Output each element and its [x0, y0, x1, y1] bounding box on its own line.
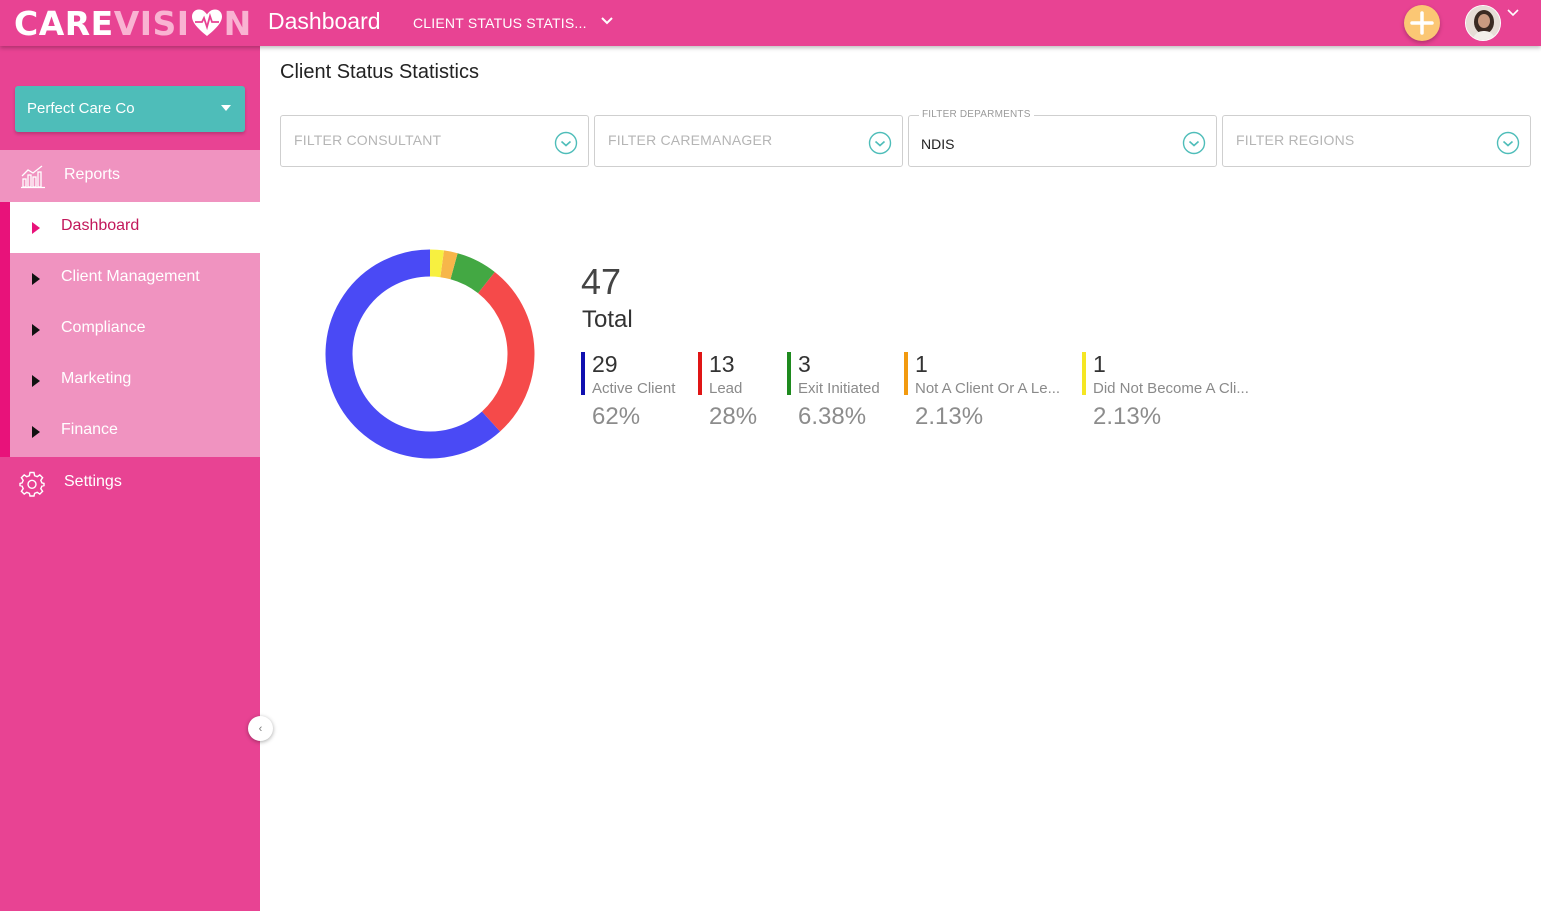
donut-segment-not-a-client-or-a-le[interactable] — [440, 250, 458, 280]
logo-text-vision: VISI — [113, 3, 190, 43]
legend-percent: 2.13% — [1093, 403, 1162, 430]
donut-segment-did-not-become-a-cli[interactable] — [429, 249, 444, 278]
reports-menu: Reports Dashboard Client Management Comp… — [0, 150, 260, 457]
legend-percent: 6.38% — [798, 403, 867, 430]
logo-text-care: CARE — [14, 3, 114, 43]
carevision-logo[interactable]: CARE VISI N — [14, 3, 252, 43]
caret-down-icon — [221, 105, 231, 111]
collapse-sidebar-button[interactable]: ‹ — [248, 716, 273, 741]
organization-select-value: Perfect Care Co — [27, 100, 135, 117]
sidebar-item-compliance[interactable]: Compliance — [10, 304, 260, 355]
legend-label: Active Client — [592, 380, 676, 397]
page-title: Client Status Statistics — [280, 61, 479, 83]
total-label: Total — [582, 306, 633, 333]
heart-icon — [191, 9, 222, 36]
filter-consultant-select[interactable]: FILTER CONSULTANT — [280, 115, 589, 167]
sidebar: Perfect Care Co Reports Dashboard Client… — [0, 46, 260, 911]
chevron-down-icon[interactable] — [1505, 5, 1521, 21]
user-avatar[interactable] — [1465, 5, 1501, 41]
sidebar-item-label: Marketing — [61, 370, 132, 387]
filter-placeholder: FILTER CONSULTANT — [294, 132, 442, 148]
legend-percent: 62% — [592, 403, 641, 430]
legend-color-bar — [904, 352, 908, 395]
legend-label: Did Not Become A Cli... — [1093, 380, 1249, 397]
filter-placeholder: FILTER REGIONS — [1236, 132, 1355, 148]
legend-color-bar — [787, 352, 791, 395]
legend-color-bar — [1082, 352, 1086, 395]
legend-item-exit-initiated: 3 Exit Initiated 6.38% — [787, 351, 897, 432]
logo-text-n: N — [223, 3, 252, 43]
legend-item-active-client: 29 Active Client 62% — [581, 351, 691, 432]
user-photo-icon — [1466, 6, 1500, 40]
sidebar-item-settings[interactable]: Settings — [0, 457, 260, 509]
top-bar: CARE VISI N Dashboard CLIENT STATUS STAT… — [0, 0, 1541, 46]
organization-select[interactable]: Perfect Care Co — [15, 86, 245, 132]
caret-right-icon — [32, 273, 40, 285]
active-section-indicator — [0, 202, 10, 457]
chevron-left-icon: ‹ — [258, 722, 263, 735]
caret-right-icon — [32, 324, 40, 336]
caret-right-icon — [32, 375, 40, 387]
donut-segment-exit-initiated[interactable] — [449, 253, 495, 294]
filter-value: NDIS — [921, 136, 955, 152]
chevron-down-circle-icon — [1496, 131, 1520, 155]
legend-value: 29 — [592, 351, 618, 377]
sidebar-item-marketing[interactable]: Marketing — [10, 355, 260, 406]
sidebar-item-client-management[interactable]: Client Management — [10, 253, 260, 304]
report-selector[interactable]: CLIENT STATUS STATIS... — [413, 15, 587, 31]
plus-icon — [1410, 11, 1434, 35]
total-count: 47 — [581, 261, 622, 302]
sidebar-item-label: Finance — [61, 421, 118, 438]
sidebar-item-label: Client Management — [61, 268, 200, 285]
filter-departments-select[interactable]: FILTER DEPARMENTS NDIS — [908, 109, 1217, 167]
sidebar-item-reports[interactable]: Reports — [0, 150, 260, 202]
legend-color-bar — [698, 352, 702, 395]
legend-percent: 2.13% — [915, 403, 984, 430]
chevron-down-circle-icon — [1182, 131, 1206, 155]
donut-segment-lead[interactable] — [477, 271, 535, 432]
caret-right-icon — [32, 222, 40, 234]
sidebar-item-label: Reports — [64, 166, 121, 183]
chevron-down-circle-icon — [868, 131, 892, 155]
chevron-down-circle-icon — [554, 131, 578, 155]
bar-chart-icon — [21, 165, 45, 189]
caret-right-icon — [32, 426, 40, 438]
legend-percent: 28% — [709, 403, 758, 430]
legend-value: 3 — [798, 351, 811, 377]
app-title: Dashboard — [268, 8, 381, 34]
chevron-down-icon[interactable] — [598, 12, 616, 30]
sidebar-item-label: Dashboard — [61, 217, 140, 234]
legend-color-bar — [581, 352, 585, 395]
donut-segment-active-client[interactable] — [325, 249, 501, 459]
gear-icon — [19, 471, 45, 497]
sidebar-item-label: Settings — [64, 473, 122, 490]
add-button[interactable] — [1404, 5, 1440, 41]
legend-item-did-not-become-client: 1 Did Not Become A Cli... 2.13% — [1082, 351, 1262, 432]
filter-regions-select[interactable]: FILTER REGIONS — [1222, 115, 1531, 167]
legend-value: 1 — [1093, 351, 1106, 377]
sidebar-item-dashboard[interactable]: Dashboard — [10, 202, 260, 253]
filter-placeholder: FILTER CAREMANAGER — [608, 132, 773, 148]
legend-label: Lead — [709, 380, 743, 397]
sidebar-item-label: Compliance — [61, 319, 146, 336]
legend-item-not-a-client: 1 Not A Client Or A Le... 2.13% — [904, 351, 1074, 432]
filter-caremanager-select[interactable]: FILTER CAREMANAGER — [594, 115, 903, 167]
legend-value: 1 — [915, 351, 928, 377]
sidebar-item-finance[interactable]: Finance — [10, 406, 260, 457]
legend-item-lead: 13 Lead 28% — [698, 351, 778, 432]
legend-label: Exit Initiated — [798, 380, 880, 397]
filter-floating-label: FILTER DEPARMENTS — [919, 109, 1034, 120]
legend-label: Not A Client Or A Le... — [915, 380, 1061, 397]
client-status-donut-chart — [325, 249, 535, 459]
legend-value: 13 — [709, 351, 735, 377]
